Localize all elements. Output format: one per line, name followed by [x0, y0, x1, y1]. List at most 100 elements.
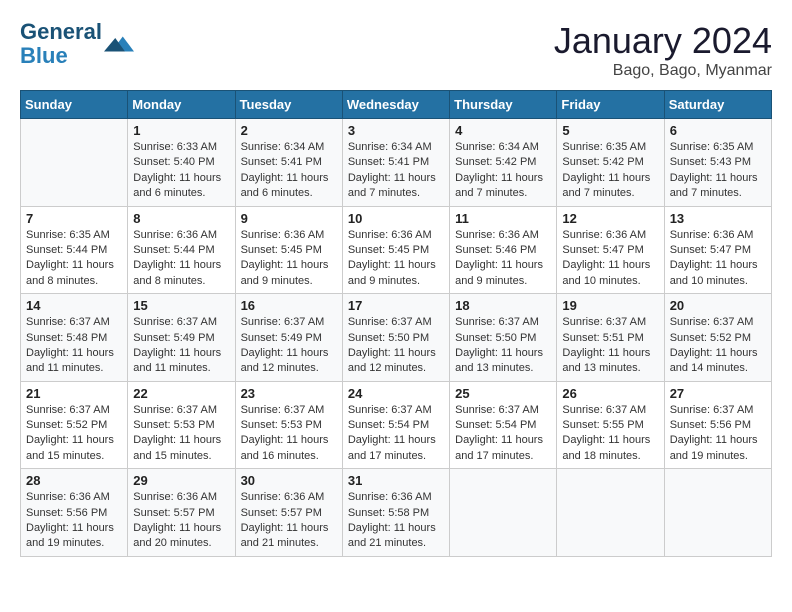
day-info: Sunrise: 6:37 AMSunset: 5:49 PMDaylight:… [133, 315, 229, 377]
day-info: Sunrise: 6:37 AMSunset: 5:55 PMDaylight:… [562, 403, 658, 465]
calendar-header-row: Sunday Monday Tuesday Wednesday Thursday… [21, 91, 772, 119]
table-row: 5Sunrise: 6:35 AMSunset: 5:42 PMDaylight… [557, 119, 664, 207]
table-row: 25Sunrise: 6:37 AMSunset: 5:54 PMDayligh… [450, 381, 557, 469]
table-row: 4Sunrise: 6:34 AMSunset: 5:42 PMDaylight… [450, 119, 557, 207]
day-number: 26 [562, 386, 658, 401]
table-row: 18Sunrise: 6:37 AMSunset: 5:50 PMDayligh… [450, 294, 557, 382]
day-info: Sunrise: 6:36 AMSunset: 5:57 PMDaylight:… [133, 490, 229, 552]
day-number: 19 [562, 298, 658, 313]
day-number: 4 [455, 123, 551, 138]
header-friday: Friday [557, 91, 664, 119]
table-row: 21 Sunrise: 6:37 AMSunset: 5:52 PMDayligh… [21, 381, 128, 469]
calendar-week-row: 1 Sunrise: 6:33 AMSunset: 5:40 PMDaylight… [21, 119, 772, 207]
day-number: 23 [241, 386, 337, 401]
table-row: 10 Sunrise: 6:36 AMSunset: 5:45 PMDayligh… [342, 206, 449, 294]
table-row: 19 Sunrise: 6:37 AMSunset: 5:51 PMDayligh… [557, 294, 664, 382]
day-info: Sunrise: 6:34 AMSunset: 5:41 PMDaylight:… [348, 140, 444, 202]
table-row: 8 Sunrise: 6:36 AMSunset: 5:44 PMDaylight… [128, 206, 235, 294]
table-row: 28Sunrise: 6:36 AMSunset: 5:56 PMDayligh… [21, 469, 128, 557]
table-row: 30 Sunrise: 6:36 AMSunset: 5:57 PMDayligh… [235, 469, 342, 557]
day-number: 27 [670, 386, 766, 401]
table-row: 7 Sunrise: 6:35 AMSunset: 5:44 PMDaylight… [21, 206, 128, 294]
day-number: 11 [455, 211, 551, 226]
header-saturday: Saturday [664, 91, 771, 119]
day-number: 10 [348, 211, 444, 226]
table-row: 12Sunrise: 6:36 AMSunset: 5:47 PMDayligh… [557, 206, 664, 294]
table-row: 29 Sunrise: 6:36 AMSunset: 5:57 PMDayligh… [128, 469, 235, 557]
day-number: 20 [670, 298, 766, 313]
table-row: 9Sunrise: 6:36 AMSunset: 5:45 PMDaylight… [235, 206, 342, 294]
day-info: Sunrise: 6:37 AMSunset: 5:53 PMDaylight:… [133, 403, 229, 465]
table-row: 27 Sunrise: 6:37 AMSunset: 5:56 PMDayligh… [664, 381, 771, 469]
day-number: 25 [455, 386, 551, 401]
day-info: Sunrise: 6:36 AMSunset: 5:44 PMDaylight:… [133, 228, 229, 290]
table-row: 17 Sunrise: 6:37 AMSunset: 5:50 PMDayligh… [342, 294, 449, 382]
calendar-body: 1 Sunrise: 6:33 AMSunset: 5:40 PMDaylight… [21, 119, 772, 557]
table-row: 26 Sunrise: 6:37 AMSunset: 5:55 PMDayligh… [557, 381, 664, 469]
header-monday: Monday [128, 91, 235, 119]
day-number: 22 [133, 386, 229, 401]
calendar-table: Sunday Monday Tuesday Wednesday Thursday… [20, 90, 772, 557]
day-number: 7 [26, 211, 122, 226]
day-info: Sunrise: 6:37 AMSunset: 5:49 PMDaylight:… [241, 315, 337, 377]
day-info: Sunrise: 6:33 AMSunset: 5:40 PMDaylight:… [133, 140, 229, 202]
table-row [557, 469, 664, 557]
month-title: January 2024 [554, 20, 772, 62]
day-info: Sunrise: 6:36 AMSunset: 5:45 PMDaylight:… [348, 228, 444, 290]
table-row: 13Sunrise: 6:36 AMSunset: 5:47 PMDayligh… [664, 206, 771, 294]
day-info: Sunrise: 6:37 AMSunset: 5:51 PMDaylight:… [562, 315, 658, 377]
day-info: Sunrise: 6:36 AMSunset: 5:57 PMDaylight:… [241, 490, 337, 552]
table-row: 6 Sunrise: 6:35 AMSunset: 5:43 PMDaylight… [664, 119, 771, 207]
day-number: 29 [133, 473, 229, 488]
title-block: January 2024 Bago, Bago, Myanmar [554, 20, 772, 80]
day-number: 28 [26, 473, 122, 488]
table-row [450, 469, 557, 557]
day-info: Sunrise: 6:37 AMSunset: 5:48 PMDaylight:… [26, 315, 122, 377]
table-row: 14 Sunrise: 6:37 AMSunset: 5:48 PMDayligh… [21, 294, 128, 382]
day-info: Sunrise: 6:35 AMSunset: 5:43 PMDaylight:… [670, 140, 766, 202]
day-number: 6 [670, 123, 766, 138]
day-info: Sunrise: 6:37 AMSunset: 5:56 PMDaylight:… [670, 403, 766, 465]
calendar-week-row: 7 Sunrise: 6:35 AMSunset: 5:44 PMDaylight… [21, 206, 772, 294]
day-number: 13 [670, 211, 766, 226]
day-info: Sunrise: 6:37 AMSunset: 5:52 PMDaylight:… [26, 403, 122, 465]
day-number: 15 [133, 298, 229, 313]
table-row [664, 469, 771, 557]
day-number: 30 [241, 473, 337, 488]
table-row: 2 Sunrise: 6:34 AMSunset: 5:41 PMDaylight… [235, 119, 342, 207]
table-row: 22 Sunrise: 6:37 AMSunset: 5:53 PMDayligh… [128, 381, 235, 469]
day-number: 14 [26, 298, 122, 313]
day-number: 9 [241, 211, 337, 226]
day-number: 2 [241, 123, 337, 138]
day-info: Sunrise: 6:37 AMSunset: 5:53 PMDaylight:… [241, 403, 337, 465]
header-sunday: Sunday [21, 91, 128, 119]
day-number: 24 [348, 386, 444, 401]
table-row: 23 Sunrise: 6:37 AMSunset: 5:53 PMDayligh… [235, 381, 342, 469]
day-info: Sunrise: 6:35 AMSunset: 5:44 PMDaylight:… [26, 228, 122, 290]
day-number: 18 [455, 298, 551, 313]
calendar-week-row: 21 Sunrise: 6:37 AMSunset: 5:52 PMDayligh… [21, 381, 772, 469]
day-info: Sunrise: 6:35 AMSunset: 5:42 PMDaylight:… [562, 140, 658, 202]
day-number: 31 [348, 473, 444, 488]
table-row: 31 Sunrise: 6:36 AMSunset: 5:58 PMDayligh… [342, 469, 449, 557]
day-info: Sunrise: 6:34 AMSunset: 5:41 PMDaylight:… [241, 140, 337, 202]
table-row: 3Sunrise: 6:34 AMSunset: 5:41 PMDaylight… [342, 119, 449, 207]
day-number: 1 [133, 123, 229, 138]
day-info: Sunrise: 6:37 AMSunset: 5:50 PMDaylight:… [348, 315, 444, 377]
logo: GeneralBlue [20, 20, 134, 68]
calendar-week-row: 14 Sunrise: 6:37 AMSunset: 5:48 PMDayligh… [21, 294, 772, 382]
day-number: 17 [348, 298, 444, 313]
day-number: 8 [133, 211, 229, 226]
table-row: 20Sunrise: 6:37 AMSunset: 5:52 PMDayligh… [664, 294, 771, 382]
logo-text: GeneralBlue [20, 20, 102, 68]
logo-icon [104, 29, 134, 59]
table-row: 24 Sunrise: 6:37 AMSunset: 5:54 PMDayligh… [342, 381, 449, 469]
page-header: GeneralBlue January 2024 Bago, Bago, Mya… [20, 20, 772, 80]
location: Bago, Bago, Myanmar [554, 62, 772, 80]
day-number: 12 [562, 211, 658, 226]
day-info: Sunrise: 6:37 AMSunset: 5:54 PMDaylight:… [348, 403, 444, 465]
day-number: 21 [26, 386, 122, 401]
table-row: 16Sunrise: 6:37 AMSunset: 5:49 PMDayligh… [235, 294, 342, 382]
day-info: Sunrise: 6:36 AMSunset: 5:58 PMDaylight:… [348, 490, 444, 552]
table-row: 1 Sunrise: 6:33 AMSunset: 5:40 PMDaylight… [128, 119, 235, 207]
